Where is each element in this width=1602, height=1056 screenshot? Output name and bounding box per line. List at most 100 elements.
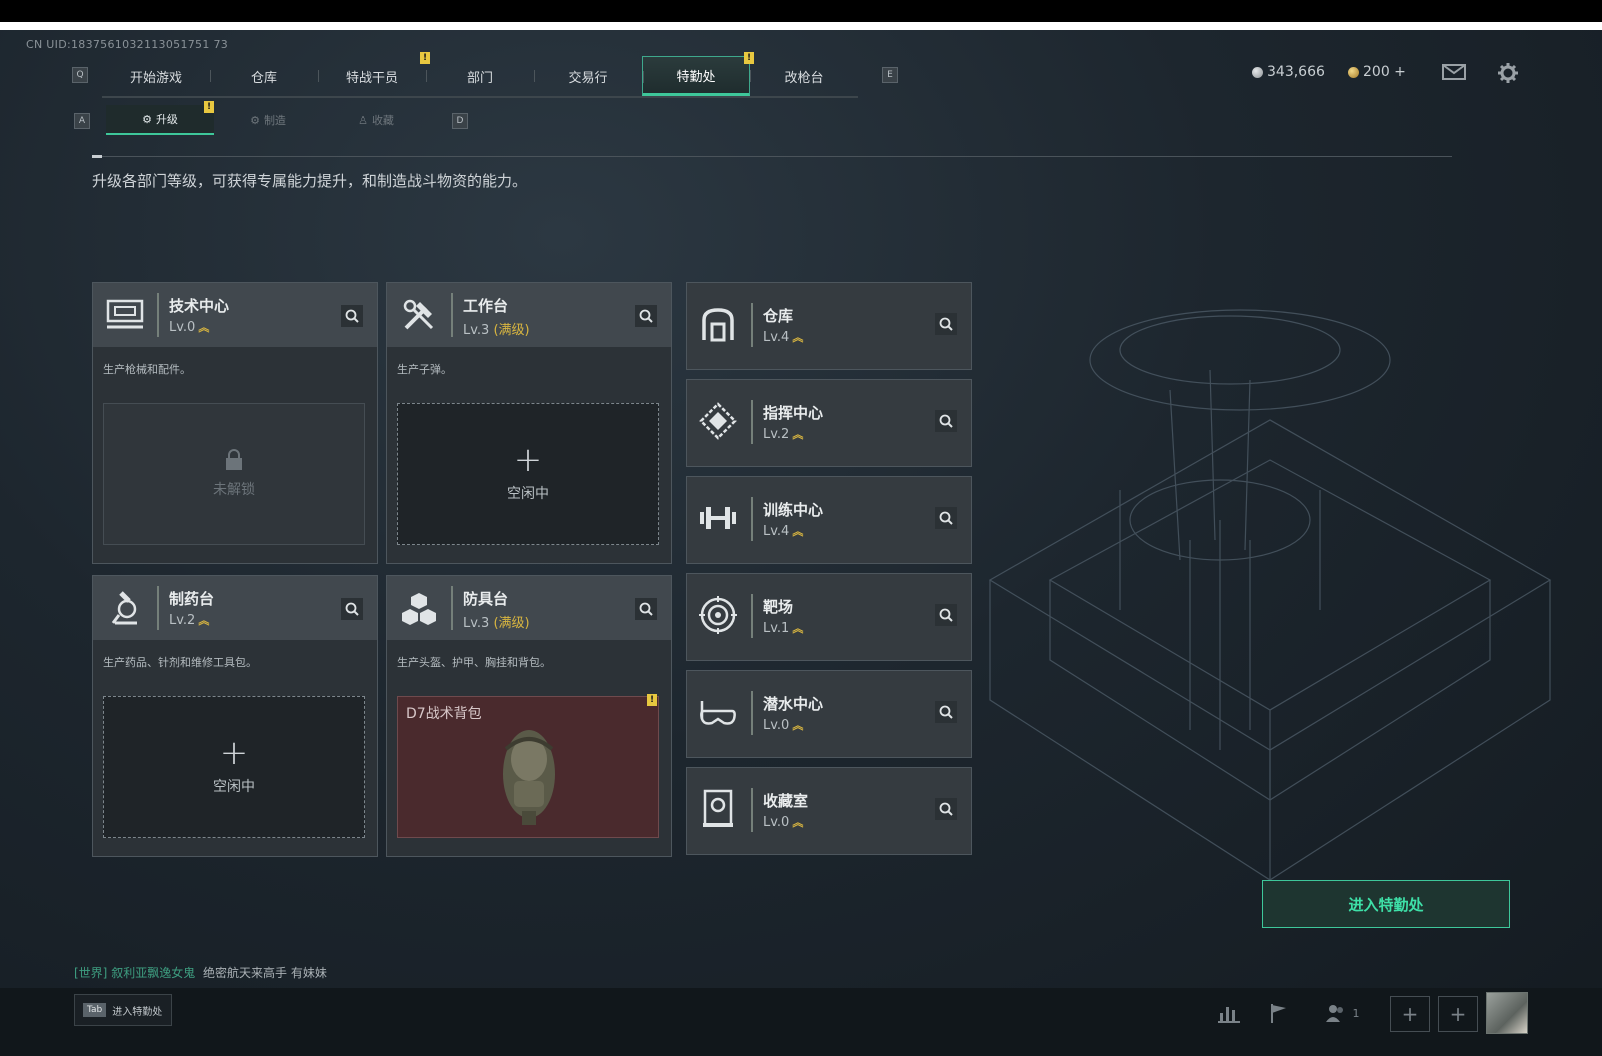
mail-icon[interactable] — [1442, 64, 1466, 84]
silver-coin-icon — [1252, 66, 1263, 78]
upgrade-icon: ⚙ — [142, 112, 152, 126]
tab-department[interactable]: 部门 — [426, 56, 534, 96]
search-icon[interactable] — [935, 701, 957, 723]
divider-marker — [92, 155, 102, 158]
subtab-collection[interactable]: ♙ 收藏 — [322, 105, 430, 135]
subtab-next-key[interactable]: D — [452, 113, 468, 129]
search-icon[interactable] — [935, 410, 957, 432]
dumbbell-icon — [697, 497, 739, 539]
item-ready-alert-badge: ! — [647, 694, 657, 706]
card-name: 制药台 — [169, 590, 215, 608]
silver-currency: 343,666 — [1252, 64, 1325, 80]
nav-prev-key[interactable]: Q — [72, 67, 88, 83]
facility-level: Lv.1 ︽ — [763, 620, 803, 636]
tab-gunsmith[interactable]: 改枪台 — [750, 56, 858, 96]
search-icon[interactable] — [935, 798, 957, 820]
facility-warehouse[interactable]: 仓库 Lv.4 ︽ — [686, 282, 972, 370]
facility-diving-center[interactable]: 潜水中心 Lv.0 ︽ — [686, 670, 972, 758]
level-text: Lv.4 — [763, 330, 790, 345]
upgrade-chevron-icon: ︽ — [792, 816, 804, 829]
subtab-prev-key[interactable]: A — [74, 113, 90, 129]
display-case-icon — [697, 788, 739, 830]
chat-user[interactable]: 叙利亚飘逸女鬼 — [111, 966, 195, 980]
enter-special-ops-button[interactable]: 进入特勤处 — [1262, 880, 1510, 928]
search-icon[interactable] — [935, 507, 957, 529]
level-text: Lv.1 — [763, 621, 790, 636]
gold-currency[interactable]: 200 + — [1348, 64, 1406, 80]
top-black-bar — [0, 0, 1602, 22]
facility-training-center[interactable]: 训练中心 Lv.4 ︽ — [686, 476, 972, 564]
avatar[interactable] — [1486, 992, 1528, 1034]
operators-alert-badge: ! — [420, 52, 430, 64]
crafted-item-slot[interactable]: D7战术背包 — [397, 696, 659, 838]
facility-level: Lv.0 ︽ — [763, 717, 803, 733]
upgrade-chevron-icon: ︽ — [198, 614, 210, 627]
target-icon — [697, 594, 739, 636]
card-pharmacy[interactable]: 制药台 Lv.2 ︽ 生产药品、针剂和维修工具包。 + 空闲中 — [92, 575, 378, 857]
idle-slot[interactable]: + 空闲中 — [103, 696, 365, 838]
sub-tabs: ⚙ 升级 ⚙ 制造 ♙ 收藏 — [106, 105, 430, 135]
card-armor-bench[interactable]: 防具台 Lv.3 (满级) 生产头盔、护甲、胸挂和背包。 D7战术背包 ! — [386, 575, 672, 857]
tab-special-ops[interactable]: 特勤处 — [642, 56, 750, 96]
level-text: Lv.0 — [763, 718, 790, 733]
chat-line: [世界] 叙利亚飘逸女鬼 绝密航天来高手 有妹妹 — [74, 964, 327, 981]
level-text: Lv.0 — [763, 815, 790, 830]
top-white-strip — [0, 22, 1602, 30]
maxed-badge: (满级) — [493, 323, 530, 338]
search-icon[interactable] — [341, 305, 363, 327]
search-icon[interactable] — [635, 305, 657, 327]
tab-start-game[interactable]: 开始游戏 — [102, 56, 210, 96]
friends-count: 1 — [1352, 1006, 1360, 1020]
gear-icon[interactable] — [1497, 62, 1519, 88]
card-tech-center[interactable]: 技术中心 Lv.0 ︽ 生产枪械和配件。 未解锁 — [92, 282, 378, 564]
add-icon: + — [219, 733, 249, 773]
upgrade-chevron-icon: ︽ — [198, 321, 210, 334]
card-name: 工作台 — [463, 297, 509, 315]
separator — [751, 497, 753, 541]
locked-slot: 未解锁 — [103, 403, 365, 545]
tech-center-icon — [103, 293, 147, 337]
search-icon[interactable] — [341, 598, 363, 620]
special-ops-alert-badge: ! — [744, 52, 754, 64]
facility-name: 潜水中心 — [763, 695, 824, 713]
divider — [92, 156, 1452, 157]
tab-trade[interactable]: 交易行 — [534, 56, 642, 96]
subtab-upgrade[interactable]: ⚙ 升级 — [106, 105, 214, 135]
stats-chart-icon[interactable] — [1214, 998, 1244, 1028]
add-slot-button[interactable]: + — [1438, 996, 1478, 1032]
friends-button[interactable]: 1 — [1318, 998, 1366, 1028]
microscope-icon — [103, 586, 147, 630]
tab-operators[interactable]: 特战干员 — [318, 56, 426, 96]
nav-next-key[interactable]: E — [882, 67, 898, 83]
tab-shortcut-hint[interactable]: Tab 进入特勤处 — [74, 994, 172, 1026]
facility-collection-room[interactable]: 收藏室 Lv.0 ︽ — [686, 767, 972, 855]
maxed-badge: (满级) — [493, 616, 530, 631]
level-text: Lv.4 — [763, 524, 790, 539]
facility-name: 收藏室 — [763, 792, 809, 810]
warehouse-icon — [697, 303, 739, 345]
level-text: Lv.2 — [169, 613, 196, 628]
level-text: Lv.2 — [763, 427, 790, 442]
card-level: Lv.3 (满级) — [463, 612, 530, 631]
separator — [157, 293, 159, 337]
flag-icon[interactable] — [1264, 998, 1294, 1028]
facility-command-center[interactable]: 指挥中心 Lv.2 ︽ — [686, 379, 972, 467]
card-name: 技术中心 — [169, 297, 230, 315]
diving-mask-icon — [697, 691, 739, 733]
card-workbench[interactable]: 工作台 Lv.3 (满级) 生产子弹。 + 空闲中 — [386, 282, 672, 564]
facility-name: 仓库 — [763, 307, 794, 325]
upgrade-chevron-icon: ︽ — [792, 719, 804, 732]
tab-warehouse[interactable]: 仓库 — [210, 56, 318, 96]
facility-shooting-range[interactable]: 靶场 Lv.1 ︽ — [686, 573, 972, 661]
page-description: 升级各部门等级，可获得专属能力提升，和制造战斗物资的能力。 — [92, 172, 528, 190]
command-center-icon — [697, 400, 739, 442]
subtab-craft[interactable]: ⚙ 制造 — [214, 105, 322, 135]
subtab-collection-label: 收藏 — [371, 114, 394, 127]
search-icon[interactable] — [635, 598, 657, 620]
add-slot-button[interactable]: + — [1390, 996, 1430, 1032]
cubes-icon — [397, 586, 441, 630]
idle-slot[interactable]: + 空闲中 — [397, 403, 659, 545]
facility-name: 指挥中心 — [763, 404, 824, 422]
search-icon[interactable] — [935, 604, 957, 626]
search-icon[interactable] — [935, 313, 957, 335]
